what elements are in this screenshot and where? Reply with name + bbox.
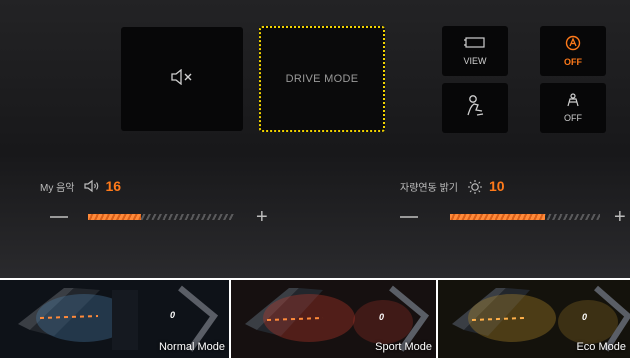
mute-button[interactable] (121, 27, 243, 131)
brightness-slider[interactable]: + (400, 207, 630, 227)
sport-mode-preview: 0 Sport Mode (231, 280, 436, 358)
seat-status: OFF (564, 113, 582, 123)
music-volume-track[interactable] (88, 214, 234, 220)
eco-mode-label: Eco Mode (576, 341, 626, 353)
camera-view-icon (464, 36, 486, 55)
speaker-mute-icon (170, 68, 194, 90)
view-label: VIEW (463, 56, 487, 66)
normal-mode-label: Normal Mode (158, 341, 225, 353)
speaker-volume-icon (83, 179, 100, 193)
brightness-fill (450, 214, 545, 220)
person-seat-button[interactable] (442, 83, 508, 133)
auto-hold-status: OFF (564, 57, 582, 67)
music-volume-value: 16 (105, 178, 122, 194)
drive-mode-button[interactable]: DRIVE MODE (259, 26, 385, 132)
person-seat-icon (462, 93, 488, 124)
sun-brightness-icon (467, 179, 483, 194)
brightness-up-button[interactable]: + (614, 207, 626, 227)
music-volume-fill (88, 214, 141, 220)
eco-mode-preview: 0 Eco Mode (438, 280, 630, 358)
sport-mode-label: Sport Mode (375, 341, 432, 353)
brightness-row: 자량연동 밝기 10 (400, 178, 505, 194)
seat-massage-button[interactable]: OFF (540, 83, 606, 133)
svg-text:0: 0 (170, 310, 175, 320)
volume-down-button[interactable] (50, 216, 68, 218)
normal-mode-preview: 0 Normal Mode (0, 280, 229, 358)
svg-text:0: 0 (582, 312, 587, 322)
brightness-value: 10 (488, 178, 505, 194)
auto-hold-icon (564, 35, 582, 56)
camera-view-button[interactable]: VIEW (442, 26, 508, 76)
music-volume-row: My 음악 16 (40, 178, 121, 194)
brightness-down-button[interactable] (400, 216, 418, 218)
svg-text:0: 0 (379, 312, 384, 322)
drive-mode-settings-panel: DRIVE MODE VIEW OFF OFF My 음악 16 + 자량연동 … (0, 0, 630, 278)
brightness-label: 자량연동 밝기 (400, 182, 458, 194)
drive-mode-label: DRIVE MODE (285, 73, 359, 85)
auto-hold-button[interactable]: OFF (540, 26, 606, 76)
volume-up-button[interactable]: + (256, 207, 268, 227)
brightness-track[interactable] (450, 214, 600, 220)
music-volume-label: My 음악 (40, 182, 75, 194)
seat-massage-icon (564, 93, 582, 112)
music-volume-slider[interactable]: + (50, 207, 280, 227)
